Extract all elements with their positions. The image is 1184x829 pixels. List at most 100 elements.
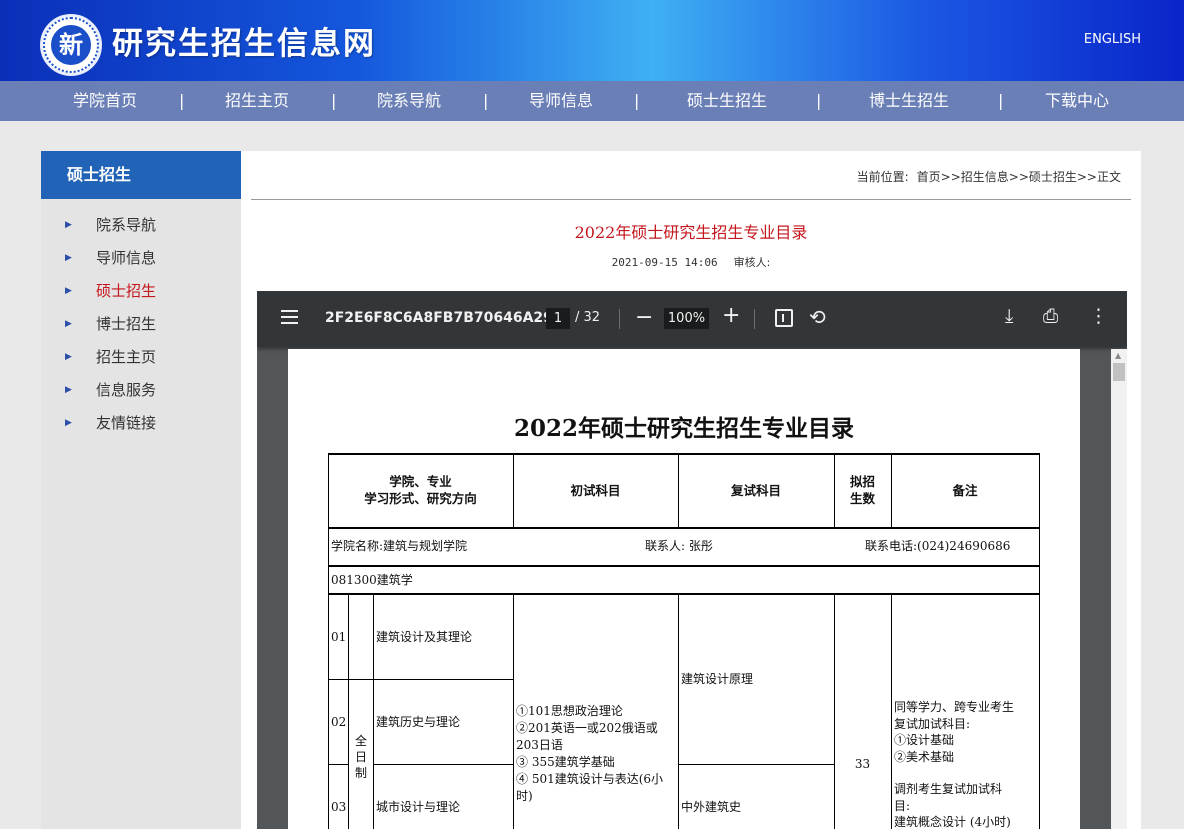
sidebar-item-info-service[interactable]: ▶ 信息服务 bbox=[41, 374, 241, 407]
exam-subject-line: ③ 355建筑学基础 bbox=[516, 755, 615, 769]
notes-line: 调剂考生复试加试科 bbox=[894, 782, 1003, 796]
direction-code: 01 bbox=[331, 630, 347, 644]
fit-page-icon[interactable] bbox=[775, 309, 793, 327]
table-rule bbox=[328, 565, 1040, 567]
notes: 同等学力、跨专业考生 复试加试科目: ①设计基础 ②美术基础 调剂考生复试加试科… bbox=[894, 699, 1038, 829]
triangle-right-icon: ▶ bbox=[65, 319, 72, 329]
sidebar-title: 硕士招生 bbox=[41, 151, 241, 199]
triangle-right-icon: ▶ bbox=[65, 286, 72, 296]
sidebar-item-label: 导师信息 bbox=[96, 249, 157, 267]
sidebar-item-supervisors[interactable]: ▶ 导师信息 bbox=[41, 242, 241, 275]
scrollbar-thumb[interactable] bbox=[1113, 363, 1125, 381]
sidebar-item-links[interactable]: ▶ 友情链接 bbox=[41, 407, 241, 440]
article-reviewer: 审核人: bbox=[733, 256, 771, 269]
pdf-viewer[interactable]: 2F2E6F8C6A8FB7B70646A29... 1 / 32 − 100%… bbox=[257, 291, 1127, 829]
major-name: 081300建筑学 bbox=[331, 573, 413, 587]
nav-separator: | bbox=[816, 91, 822, 110]
nav-separator: | bbox=[331, 91, 337, 110]
exam-subjects: ①101思想政治理论 ②201英语一或202俄语或 203日语 ③ 355建筑学… bbox=[516, 703, 676, 805]
nav-item-downloads[interactable]: 下载中心 bbox=[1045, 81, 1109, 121]
university-logo[interactable]: 新 bbox=[40, 14, 102, 76]
exam-subject-line: 时) bbox=[516, 789, 533, 803]
direction-name: 城市设计与理论 bbox=[376, 800, 461, 814]
direction-name: 建筑设计及其理论 bbox=[376, 630, 473, 644]
zoom-input[interactable]: 100% bbox=[664, 308, 709, 329]
more-icon[interactable]: ⋮ bbox=[1089, 305, 1108, 327]
article-date: 2021-09-15 14:06 bbox=[611, 256, 718, 269]
nav-separator: | bbox=[483, 91, 489, 110]
zoom-in-icon[interactable]: + bbox=[722, 303, 740, 328]
college-contact: 联系人: 张彤 bbox=[645, 539, 713, 553]
pdf-file-name: 2F2E6F8C6A8FB7B70646A29... bbox=[325, 310, 569, 326]
table-rule bbox=[373, 764, 513, 765]
nav-item-phd-admission[interactable]: 博士生招生 bbox=[869, 81, 949, 121]
notes-line: 同等学力、跨专业考生 bbox=[894, 700, 1015, 714]
table-rule bbox=[678, 593, 679, 829]
notes-line: 建筑概念设计 (4小时) bbox=[894, 815, 1011, 829]
sidebar-item-departments[interactable]: ▶ 院系导航 bbox=[41, 209, 241, 242]
rotate-icon[interactable]: ⟲ bbox=[809, 305, 826, 329]
header-col-notes: 备注 bbox=[952, 483, 978, 498]
notes-line: 复试加试科目: bbox=[894, 716, 971, 731]
notes-line: ②美术基础 bbox=[894, 749, 955, 764]
college-name: 学院名称:建筑与规划学院 bbox=[331, 539, 468, 553]
table-rule bbox=[328, 593, 1040, 595]
header-text: 学院、专业 bbox=[389, 474, 452, 489]
study-mode-char: 全 bbox=[354, 734, 367, 748]
sidebar-item-phd-admission[interactable]: ▶ 博士招生 bbox=[41, 308, 241, 341]
nav-item-supervisors[interactable]: 导师信息 bbox=[529, 81, 593, 121]
breadcrumb-path[interactable]: 首页>>招生信息>>硕士招生>>正文 bbox=[917, 170, 1121, 184]
nav-item-departments[interactable]: 院系导航 bbox=[377, 81, 441, 121]
breadcrumb: 当前位置: 首页>>招生信息>>硕士招生>>正文 bbox=[857, 168, 1121, 185]
toolbar-divider bbox=[754, 309, 755, 329]
triangle-right-icon: ▶ bbox=[65, 220, 72, 230]
nav-item-admission-home[interactable]: 招生主页 bbox=[225, 81, 289, 121]
exam-subject-line: 203日语 bbox=[516, 738, 563, 752]
study-mode: 全 日 制 bbox=[354, 733, 368, 781]
print-icon[interactable]: ⎙ bbox=[1043, 305, 1058, 327]
page-total: / 32 bbox=[575, 310, 601, 325]
table-rule bbox=[834, 593, 835, 829]
triangle-right-icon: ▶ bbox=[65, 385, 72, 395]
table-rule bbox=[678, 764, 834, 765]
sidebar-item-admission-home[interactable]: ▶ 招生主页 bbox=[41, 341, 241, 374]
site-title[interactable]: 研究生招生信息网 bbox=[112, 18, 376, 63]
sidebar-item-label: 友情链接 bbox=[96, 414, 157, 432]
triangle-right-icon: ▶ bbox=[65, 253, 72, 263]
retest-subject: 中外建筑史 bbox=[681, 800, 742, 814]
table-rule bbox=[328, 453, 329, 829]
article-meta: 2021-09-15 14:06 审核人: bbox=[241, 254, 1141, 270]
nav-separator: | bbox=[179, 91, 185, 110]
exam-subject-line: ④ 501建筑设计与表达(6小 bbox=[516, 772, 664, 786]
sidebar-item-label: 院系导航 bbox=[96, 216, 157, 234]
menu-icon[interactable] bbox=[281, 306, 301, 332]
direction-code: 03 bbox=[331, 800, 347, 814]
triangle-right-icon: ▶ bbox=[65, 352, 72, 362]
exam-subject-line: ①101思想政治理论 bbox=[516, 704, 623, 718]
nav-separator: | bbox=[998, 91, 1004, 110]
header-text: 生数 bbox=[849, 491, 875, 506]
document-title: 2022年硕士研究生招生专业目录 bbox=[513, 415, 854, 442]
table-rule bbox=[373, 593, 374, 829]
nav-separator: | bbox=[634, 91, 640, 110]
divider bbox=[251, 199, 1131, 200]
sidebar-item-label: 招生主页 bbox=[96, 348, 157, 366]
nav-item-master-admission[interactable]: 硕士生招生 bbox=[687, 81, 767, 121]
header-text: 拟招 bbox=[849, 474, 875, 489]
table-rule bbox=[348, 593, 349, 829]
retest-subject: 建筑设计原理 bbox=[681, 672, 754, 686]
pdf-scrollbar[interactable]: ▲ bbox=[1111, 349, 1127, 829]
study-mode-char: 日 bbox=[354, 750, 367, 764]
pdf-toolbar: 2F2E6F8C6A8FB7B70646A29... 1 / 32 − 100%… bbox=[257, 291, 1127, 347]
table-rule bbox=[328, 764, 348, 765]
zoom-out-icon[interactable]: − bbox=[635, 305, 653, 330]
notes-line: 目: bbox=[894, 798, 911, 813]
page-number-input[interactable]: 1 bbox=[546, 308, 570, 329]
scroll-up-icon[interactable]: ▲ bbox=[1115, 351, 1121, 360]
sidebar-item-master-admission[interactable]: ▶ 硕士招生 bbox=[41, 275, 241, 308]
table-rule bbox=[328, 527, 1040, 529]
college-phone: 联系电话:(024)24690686 bbox=[865, 539, 1011, 553]
english-link[interactable]: ENGLISH bbox=[1084, 32, 1141, 47]
nav-item-college-home[interactable]: 学院首页 bbox=[73, 81, 137, 121]
download-icon[interactable]: ⤓ bbox=[1005, 305, 1013, 327]
